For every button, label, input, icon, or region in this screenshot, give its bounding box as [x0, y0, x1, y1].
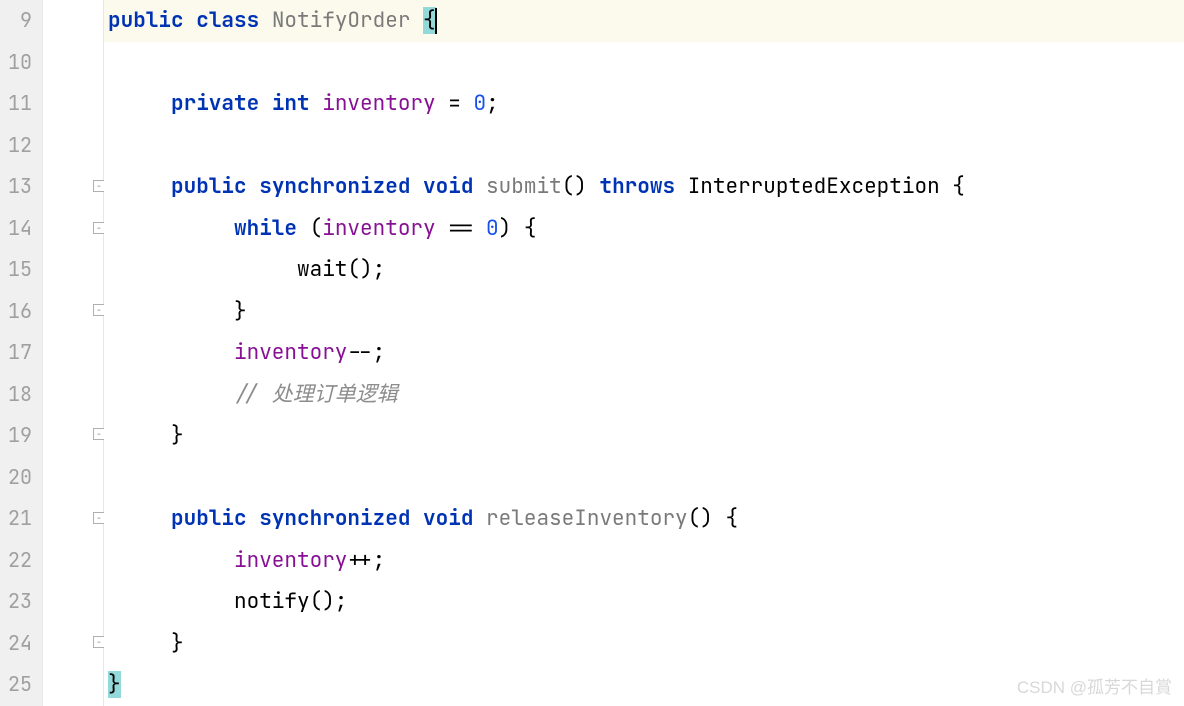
line-number: 20 — [0, 457, 42, 499]
field-name: inventory — [234, 339, 347, 366]
keyword: class — [196, 7, 259, 34]
code-line[interactable]: } — [104, 291, 1184, 333]
code-line[interactable]: private int inventory = 0; — [104, 83, 1184, 125]
line-number: 24 — [0, 623, 42, 665]
code-line[interactable]: public synchronized void submit() throws… — [104, 166, 1184, 208]
line-number: 10 — [0, 42, 42, 84]
exception-type: InterruptedException — [688, 173, 940, 200]
method-name: releaseInventory — [486, 505, 688, 532]
keyword: void — [423, 173, 473, 200]
line-number: 17 — [0, 332, 42, 374]
code-line[interactable]: } — [104, 664, 1184, 706]
keyword: synchronized — [259, 173, 410, 200]
line-number: 16 — [0, 291, 42, 333]
keyword: public — [171, 173, 247, 200]
text-cursor — [435, 8, 437, 34]
code-line[interactable]: } — [104, 415, 1184, 457]
line-number: 23 — [0, 581, 42, 623]
keyword: public — [108, 7, 184, 34]
line-number: 25 — [0, 664, 42, 706]
code-line[interactable]: inventory--; — [104, 332, 1184, 374]
comment: // 处理订单逻辑 — [234, 381, 398, 408]
class-name: NotifyOrder — [272, 7, 411, 34]
line-number-gutter: 9 10 11 12 13 14 15 16 17 18 19 20 21 22… — [0, 0, 42, 706]
keyword: while — [234, 215, 297, 242]
code-line[interactable] — [104, 42, 1184, 84]
keyword: void — [423, 505, 473, 532]
code-line[interactable]: } — [104, 623, 1184, 665]
line-number: 13 — [0, 166, 42, 208]
keyword: public — [171, 505, 247, 532]
code-line[interactable]: public synchronized void releaseInventor… — [104, 498, 1184, 540]
line-number: 14 — [0, 208, 42, 250]
method-call: wait(); — [297, 256, 385, 283]
line-number: 19 — [0, 415, 42, 457]
field-name: inventory — [322, 90, 435, 117]
keyword: private — [171, 90, 259, 117]
line-number: 22 — [0, 540, 42, 582]
number-literal: 0 — [473, 90, 486, 117]
line-number: 9 — [0, 0, 42, 42]
line-number: 12 — [0, 125, 42, 167]
keyword: synchronized — [259, 505, 410, 532]
field-name: inventory — [234, 547, 347, 574]
line-number: 11 — [0, 83, 42, 125]
keyword: throws — [599, 173, 675, 200]
fold-gutter: − − − − − − — [42, 0, 104, 706]
code-line[interactable]: public class NotifyOrder { — [104, 0, 1184, 42]
line-number: 15 — [0, 249, 42, 291]
method-name: submit — [486, 173, 562, 200]
code-line[interactable]: inventory++; — [104, 540, 1184, 582]
code-editor[interactable]: public class NotifyOrder { private int i… — [104, 0, 1184, 706]
keyword: int — [272, 90, 310, 117]
code-line[interactable]: notify(); — [104, 581, 1184, 623]
code-line[interactable]: // 处理订单逻辑 — [104, 374, 1184, 416]
field-name: inventory — [322, 215, 435, 242]
method-call: notify(); — [234, 588, 347, 615]
code-line[interactable] — [104, 457, 1184, 499]
number-literal: 0 — [486, 215, 499, 242]
line-number: 21 — [0, 498, 42, 540]
brace-match-highlight: } — [108, 671, 121, 698]
code-line[interactable] — [104, 125, 1184, 167]
code-line[interactable]: while (inventory == 0) { — [104, 208, 1184, 250]
code-line[interactable]: wait(); — [104, 249, 1184, 291]
line-number: 18 — [0, 374, 42, 416]
